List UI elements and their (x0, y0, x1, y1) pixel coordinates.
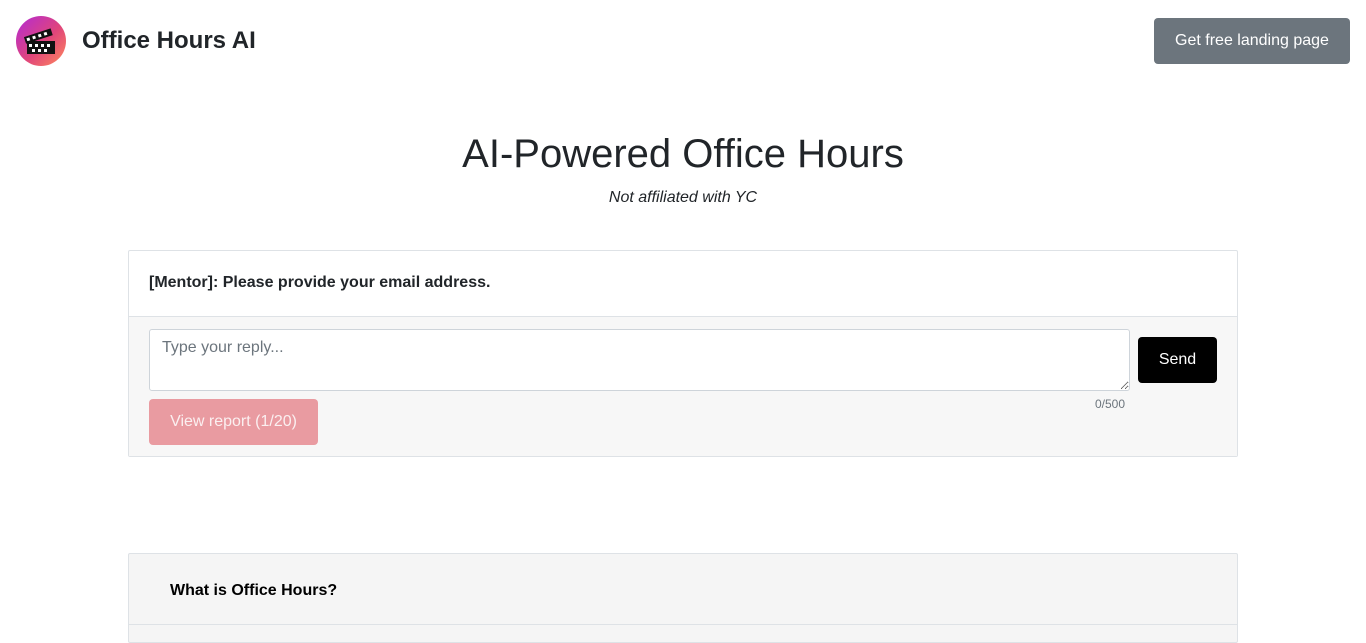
faq-panel: What is Office Hours? (128, 553, 1238, 643)
get-free-landing-page-button[interactable]: Get free landing page (1154, 18, 1350, 64)
character-count: 0/500 (1094, 397, 1125, 411)
mentor-message: [Mentor]: Please provide your email addr… (149, 274, 491, 291)
chat-reply-area: 0/500 Send View report (1/20) (129, 316, 1237, 456)
reply-input[interactable] (149, 329, 1130, 391)
top-navbar: Office Hours AI Get free landing page (0, 0, 1366, 82)
office-hours-logo-icon[interactable] (16, 16, 66, 66)
faq-divider (129, 624, 1237, 625)
send-button[interactable]: Send (1138, 337, 1217, 383)
view-report-button[interactable]: View report (1/20) (149, 399, 318, 445)
faq-question-what-is-office-hours[interactable]: What is Office Hours? (170, 581, 337, 601)
page-title: AI-Powered Office Hours (462, 132, 904, 176)
brand-name[interactable]: Office Hours AI (82, 27, 256, 55)
page-subtitle: Not affiliated with YC (608, 189, 758, 206)
chat-panel: [Mentor]: Please provide your email addr… (128, 250, 1238, 457)
